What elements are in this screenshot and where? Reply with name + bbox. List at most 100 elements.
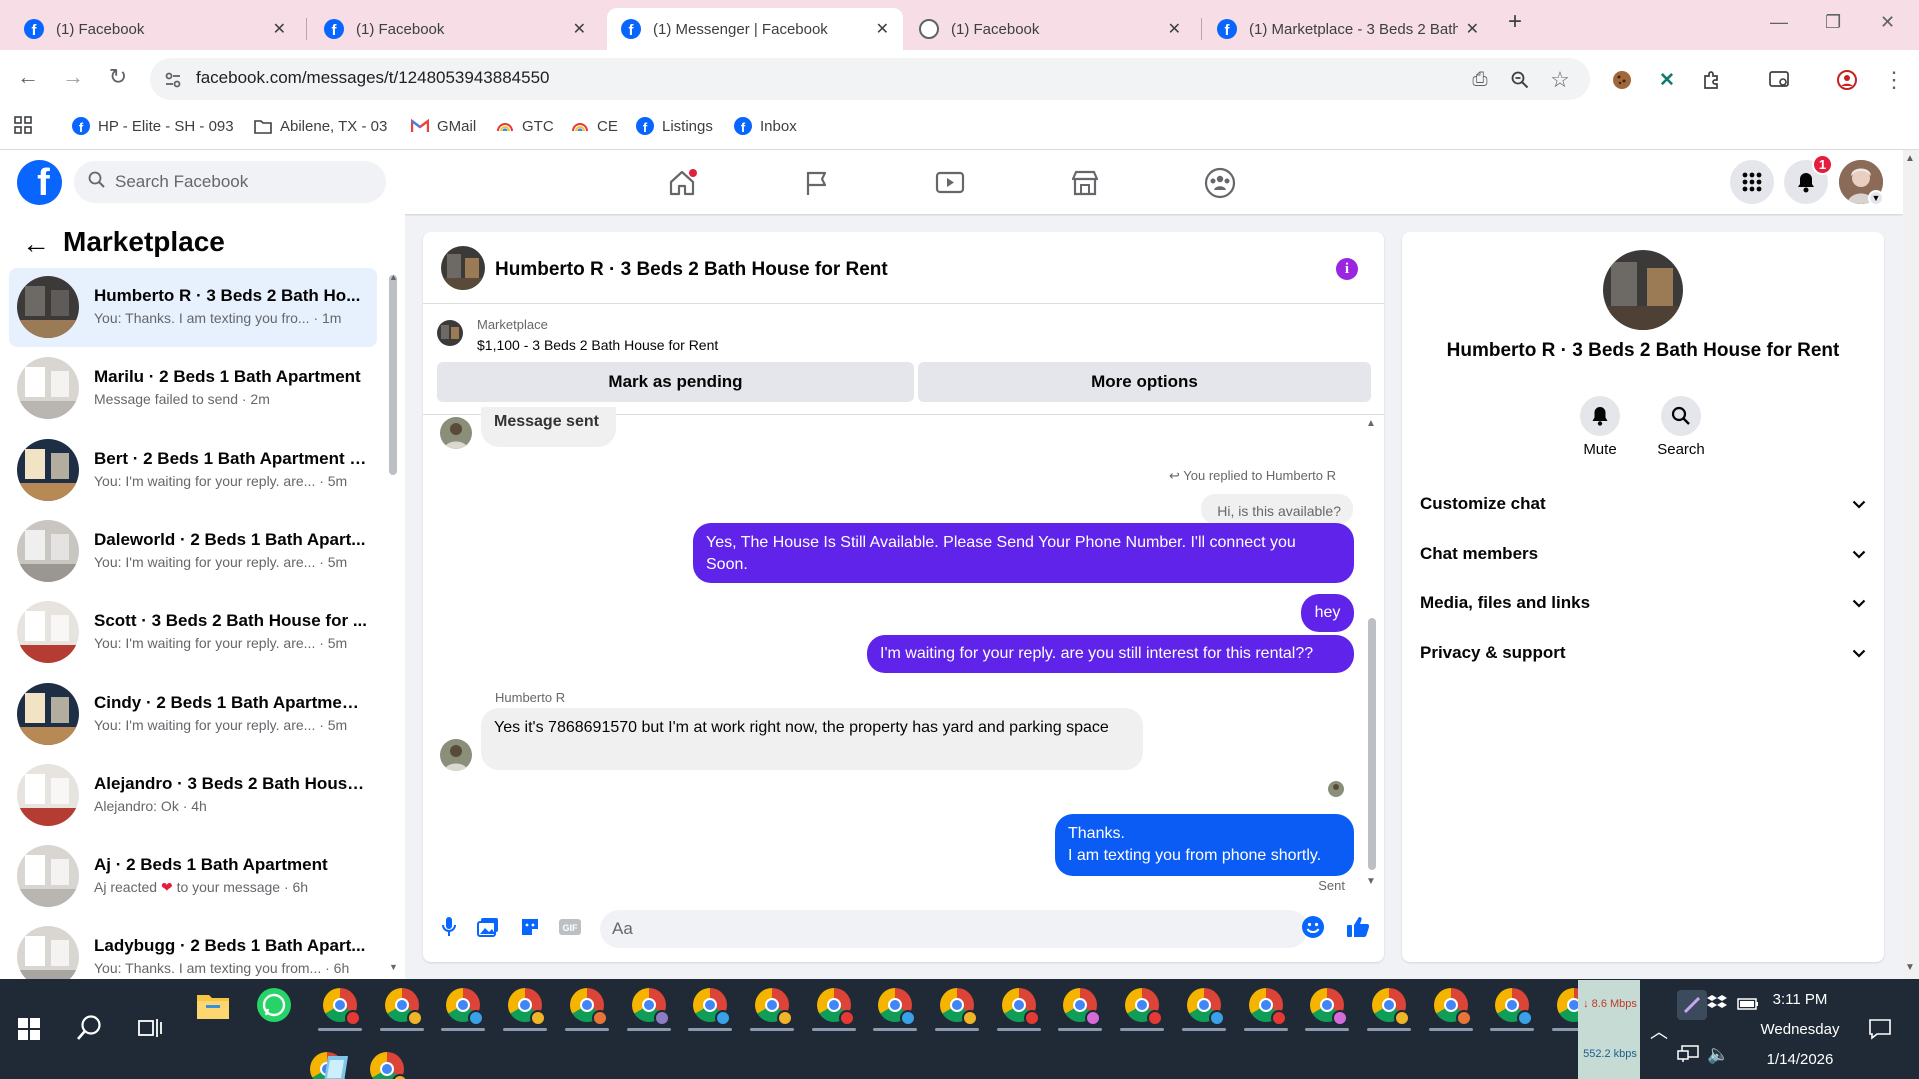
sender-avatar[interactable] — [440, 739, 472, 771]
browser-tab[interactable]: (1) Facebook ✕ — [905, 8, 1195, 50]
taskbar-chrome-icon[interactable] — [816, 988, 855, 1026]
video-icon[interactable] — [933, 166, 967, 200]
taskbar-notepad-icon[interactable] — [320, 1052, 354, 1079]
bookmark-star-icon[interactable]: ☆ — [1547, 67, 1573, 93]
scroll-up-icon[interactable]: ▲ — [1366, 418, 1376, 429]
message-input[interactable]: Aa — [600, 910, 1308, 948]
network-speed-widget[interactable] — [1578, 980, 1640, 1079]
file-explorer-icon[interactable] — [196, 990, 230, 1025]
search-facebook-input[interactable]: Search Facebook — [74, 161, 386, 203]
scroll-down-icon[interactable]: ▼ — [1366, 876, 1376, 887]
message-bubble-outgoing[interactable]: I'm waiting for your reply. are you stil… — [867, 635, 1354, 673]
bookmark-item[interactable]: GMail — [411, 117, 476, 135]
taskbar-chrome-icon[interactable] — [323, 988, 361, 1026]
taskbar-chrome-icon[interactable] — [1001, 988, 1040, 1026]
zoom-icon[interactable] — [1507, 67, 1533, 93]
site-info-icon[interactable] — [160, 67, 186, 93]
thumbs-up-icon[interactable] — [1345, 914, 1371, 940]
sticker-icon[interactable] — [517, 914, 543, 940]
bookmark-item[interactable]: f Inbox — [734, 117, 797, 135]
taskbar-chrome-icon[interactable] — [446, 988, 485, 1026]
mute-button[interactable] — [1580, 396, 1620, 436]
taskbar-chrome-icon[interactable] — [940, 988, 978, 1026]
message-bubble-outgoing[interactable]: Yes, The House Is Still Available. Pleas… — [693, 523, 1354, 583]
message-bubble-incoming[interactable]: Message sent — [481, 407, 616, 447]
taskbar-chrome-icon[interactable] — [1186, 988, 1225, 1026]
conversation-row[interactable]: Humberto R · 3 Beds 2 Bath Ho... You: Tha… — [9, 268, 377, 347]
emoji-icon[interactable] — [1300, 914, 1326, 940]
taskbar-chrome-icon[interactable] — [693, 988, 732, 1026]
chevron-up-icon[interactable]: ︿ — [1650, 1018, 1668, 1044]
taskbar-chrome-icon[interactable] — [1310, 988, 1349, 1026]
conversation-row[interactable]: Daleworld · 2 Beds 1 Bath Apart... You: I… — [9, 512, 377, 591]
close-icon[interactable]: ✕ — [1466, 19, 1479, 39]
chevron-down-icon[interactable]: ▼ — [1868, 190, 1884, 206]
taskbar-chrome-icon[interactable] — [569, 988, 608, 1026]
clock-time[interactable]: 3:11 PM — [1740, 991, 1860, 1008]
conversation-row[interactable]: Aj · 2 Beds 1 Bath Apartment Aj reacted ❤… — [9, 837, 377, 916]
photo-icon[interactable] — [475, 914, 501, 940]
bookmark-item[interactable]: f Listings — [636, 117, 713, 135]
browser-tab-active[interactable]: f (1) Messenger | Facebook ✕ — [607, 8, 903, 50]
taskbar-chrome-icon[interactable] — [878, 988, 917, 1026]
new-tab-icon[interactable]: + — [1508, 8, 1522, 36]
pages-flag-icon[interactable] — [800, 166, 834, 200]
profile-icon[interactable] — [1834, 67, 1860, 93]
back-icon[interactable]: ← — [13, 64, 43, 90]
pen-tray-icon[interactable] — [1677, 990, 1707, 1020]
menu-grid-button[interactable] — [1730, 160, 1774, 204]
dropbox-icon[interactable] — [1707, 994, 1727, 1017]
conversation-avatar[interactable] — [1603, 250, 1683, 330]
taskbar-chrome-icon[interactable] — [631, 988, 670, 1026]
install-app-icon[interactable]: ⎙ — [1467, 67, 1493, 93]
marketplace-icon[interactable] — [1068, 166, 1102, 200]
minimize-icon[interactable]: — — [1770, 12, 1788, 33]
bookmark-item[interactable]: GTC — [496, 117, 554, 135]
customize-chat-row[interactable]: Customize chat — [1420, 489, 1870, 519]
facebook-logo-icon[interactable]: f — [17, 160, 62, 205]
listing-thumbnail[interactable] — [437, 320, 463, 346]
back-arrow-icon[interactable]: ← — [22, 228, 50, 260]
taskbar-chrome-icon[interactable] — [1248, 988, 1287, 1026]
chat-avatar[interactable] — [441, 246, 485, 290]
extension-icon[interactable]: ✕ — [1654, 67, 1680, 93]
task-view-icon[interactable] — [137, 1016, 163, 1045]
conversation-row[interactable]: Cindy · 2 Beds 1 Bath Apartment... You: I… — [9, 675, 377, 754]
bookmark-item[interactable]: f HP - Elite - SH - 093 — [72, 117, 234, 135]
browser-tab[interactable]: f (1) Marketplace - 3 Beds 2 Bath ✕ — [1203, 8, 1493, 50]
taskbar-chrome-icon[interactable] — [384, 988, 423, 1026]
conversation-row[interactable]: Bert · 2 Beds 1 Bath Apartment f... You: … — [9, 431, 377, 510]
volume-icon[interactable]: 🔈 — [1707, 1044, 1729, 1065]
chat-title[interactable]: Humberto R · 3 Beds 2 Bath House for Ren… — [495, 259, 888, 281]
search-icon[interactable] — [75, 1014, 103, 1047]
scrollbar-thumb[interactable] — [1368, 618, 1376, 870]
forward-icon[interactable]: → — [58, 64, 88, 90]
cookie-extension-icon[interactable] — [1609, 67, 1635, 93]
taskbar-chrome-icon[interactable] — [1063, 988, 1102, 1026]
microphone-icon[interactable] — [436, 914, 462, 940]
close-icon[interactable]: ✕ — [273, 19, 286, 39]
groups-icon[interactable] — [1203, 166, 1237, 200]
reload-icon[interactable]: ↻ — [103, 64, 133, 90]
taskbar-chrome-icon[interactable] — [754, 988, 793, 1026]
whatsapp-icon[interactable] — [257, 988, 291, 1022]
sender-avatar[interactable] — [440, 417, 472, 449]
scrollbar-thumb[interactable] — [389, 275, 397, 475]
message-bubble-incoming[interactable]: Yes it's 7868691570 but I'm at work righ… — [481, 708, 1143, 770]
taskbar-chrome-icon[interactable] — [1371, 988, 1410, 1026]
url-text[interactable]: facebook.com/messages/t/1248053943884550 — [196, 68, 549, 88]
search-conversation-button[interactable] — [1661, 396, 1701, 436]
apps-grid-icon[interactable] — [14, 116, 32, 134]
bookmark-item[interactable]: CE — [571, 117, 618, 135]
taskbar-chrome-icon[interactable] — [1495, 988, 1534, 1026]
scroll-down-icon[interactable]: ▼ — [1905, 962, 1915, 973]
clock-date[interactable]: 1/14/2026 — [1740, 1051, 1860, 1068]
bookmark-item[interactable]: Abilene, TX - 03 — [254, 117, 387, 135]
close-icon[interactable]: ✕ — [876, 19, 889, 39]
scroll-down-icon[interactable]: ▼ — [389, 962, 398, 972]
message-bubble-outgoing[interactable]: Thanks. I am texting you from phone shor… — [1055, 814, 1354, 876]
message-bubble-outgoing[interactable]: hey — [1301, 594, 1354, 632]
taskbar-chrome-icon[interactable] — [508, 988, 547, 1026]
scroll-up-icon[interactable]: ▲ — [1905, 153, 1915, 164]
listing-title[interactable]: $1,100 - 3 Beds 2 Bath House for Rent — [477, 337, 718, 353]
